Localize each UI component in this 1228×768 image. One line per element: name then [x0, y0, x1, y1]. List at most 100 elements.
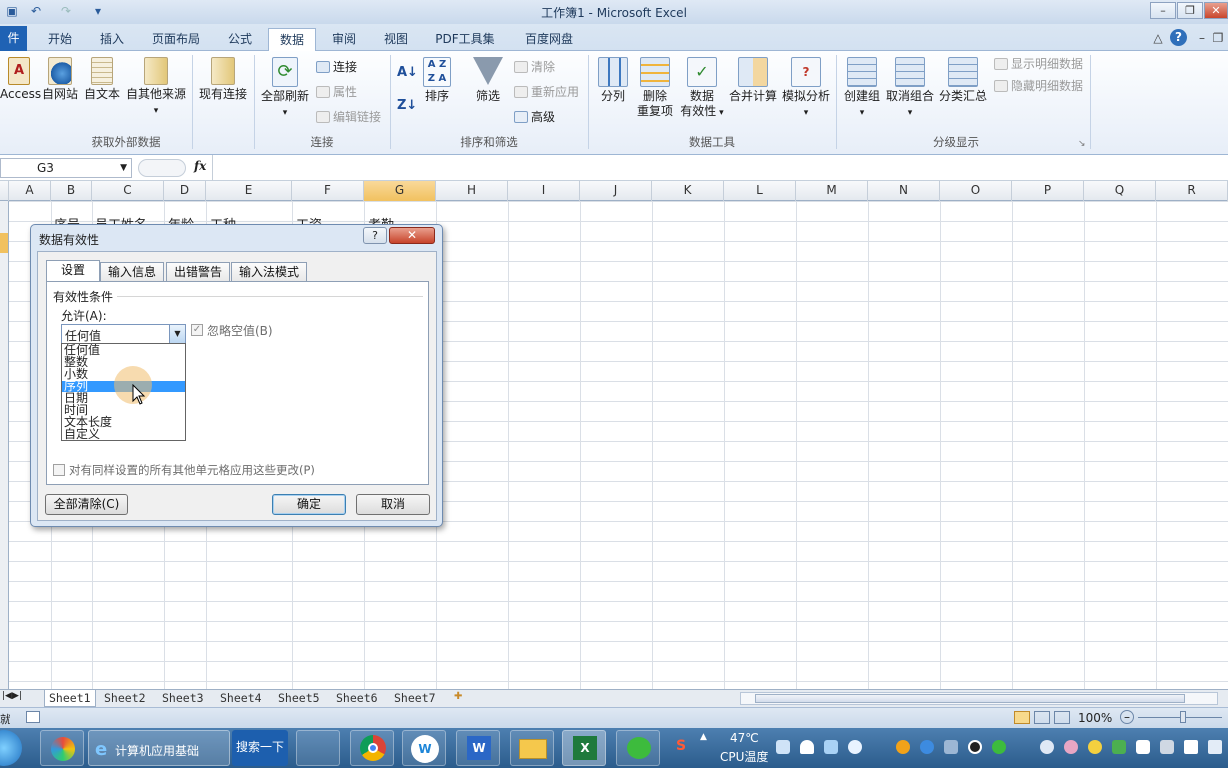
tab-formulas[interactable]: 公式: [218, 28, 262, 51]
column-header-d[interactable]: D: [164, 181, 206, 201]
volume-icon[interactable]: [1208, 740, 1222, 754]
show-detail-button[interactable]: 显示明细数据: [994, 56, 1083, 72]
chevron-down-icon[interactable]: ▼: [169, 325, 185, 343]
excel-icon[interactable]: X: [562, 730, 606, 766]
tray-icon[interactable]: [1136, 740, 1150, 754]
sogou-input-icon[interactable]: S: [676, 738, 686, 754]
tab-input-message[interactable]: 输入信息: [100, 262, 164, 281]
insert-function-icon[interactable]: fx: [194, 159, 206, 173]
network-tray-icon[interactable]: [776, 740, 790, 754]
from-web-button[interactable]: 自网站: [40, 57, 80, 102]
existing-connections-button[interactable]: 现有连接: [196, 57, 250, 102]
start-button-icon[interactable]: [0, 730, 22, 766]
sheet-tab-6[interactable]: Sheet6: [336, 690, 378, 707]
dialog-close-button[interactable]: ✕: [389, 227, 435, 244]
minimize-button[interactable]: –: [1150, 2, 1176, 19]
ignore-blank-checkbox[interactable]: ✓: [191, 324, 203, 336]
tray-icon[interactable]: [896, 740, 910, 754]
from-other-sources-button[interactable]: 自其他来源 ▾: [124, 57, 188, 119]
tray-icon[interactable]: [944, 740, 958, 754]
zoom-level[interactable]: 100%: [1078, 711, 1112, 725]
ok-button[interactable]: 确定: [272, 494, 346, 515]
allow-option-decimal[interactable]: 小数: [64, 368, 88, 380]
clear-all-button[interactable]: 全部清除(C): [45, 494, 128, 515]
page-layout-view-icon[interactable]: [1034, 711, 1050, 724]
wechat-icon[interactable]: [616, 730, 660, 766]
hide-detail-button[interactable]: 隐藏明细数据: [994, 78, 1083, 94]
sheet-nav-last-icon[interactable]: ▶|: [12, 691, 22, 701]
tab-ime-mode[interactable]: 输入法模式: [231, 262, 307, 281]
wps-icon[interactable]: W: [402, 730, 446, 766]
tray-icon[interactable]: [1064, 740, 1078, 754]
sheet-tab-2[interactable]: Sheet2: [104, 690, 146, 707]
column-header-h[interactable]: H: [436, 181, 508, 201]
tray-expand-icon[interactable]: ▲: [700, 732, 707, 742]
tab-data[interactable]: 数据: [268, 28, 316, 52]
cancel-button[interactable]: 取消: [356, 494, 430, 515]
tray-icon[interactable]: [920, 740, 934, 754]
name-box-dropdown-icon[interactable]: ▼: [120, 159, 127, 177]
tray-icon[interactable]: [1160, 740, 1174, 754]
reapply-button[interactable]: 重新应用: [514, 84, 579, 100]
subtotal-button[interactable]: 分类汇总: [938, 57, 988, 104]
taskbar-search[interactable]: 搜索一下: [232, 730, 288, 766]
column-header-l[interactable]: L: [724, 181, 796, 201]
column-header-k[interactable]: K: [652, 181, 724, 201]
tray-icon[interactable]: [1088, 740, 1102, 754]
zoom-slider-thumb[interactable]: [1180, 711, 1186, 723]
refresh-all-button[interactable]: ⟳ 全部刷新 ▾: [258, 57, 312, 121]
filter-button[interactable]: 筛选: [470, 57, 506, 104]
column-header-j[interactable]: J: [580, 181, 652, 201]
sheet-tab-7[interactable]: Sheet7: [394, 690, 436, 707]
column-header-e[interactable]: E: [206, 181, 292, 201]
properties-button[interactable]: 属性: [316, 84, 357, 100]
allow-option-custom[interactable]: 自定义: [64, 428, 100, 440]
tray-icon[interactable]: [848, 740, 862, 754]
tray-icon[interactable]: [824, 740, 838, 754]
help-icon[interactable]: ?: [1170, 29, 1187, 46]
file-explorer-icon[interactable]: [510, 730, 554, 766]
taskbar-app-icon[interactable]: [40, 730, 84, 766]
close-button[interactable]: ✕: [1204, 2, 1228, 19]
security-shield-icon[interactable]: [1112, 740, 1126, 754]
sheet-tab-5[interactable]: Sheet5: [278, 690, 320, 707]
column-header-i[interactable]: I: [508, 181, 580, 201]
network-signal-icon[interactable]: [1184, 740, 1198, 754]
wps-writer-icon[interactable]: W: [456, 730, 500, 766]
workbook-minimize-icon[interactable]: –: [1194, 30, 1210, 46]
sort-descending-icon[interactable]: Z↓: [397, 98, 417, 114]
column-header-g[interactable]: G: [364, 181, 436, 201]
group-button[interactable]: 创建组 ▾: [840, 57, 884, 121]
restore-button[interactable]: ❐: [1177, 2, 1203, 19]
chrome-icon[interactable]: [350, 730, 394, 766]
sort-button[interactable]: A ZZ A 排序: [420, 57, 454, 104]
tab-baidu-netdisk[interactable]: 百度网盘: [512, 28, 586, 51]
tab-settings[interactable]: 设置: [46, 260, 100, 282]
select-all-corner[interactable]: [0, 181, 9, 201]
remove-duplicates-button[interactable]: 删除 重复项: [634, 57, 676, 119]
data-validation-button[interactable]: ✓ 数据 有效性 ▾: [678, 57, 726, 121]
tray-icon[interactable]: [992, 740, 1006, 754]
column-header-p[interactable]: P: [1012, 181, 1084, 201]
tab-pdf-tools[interactable]: PDF工具集: [428, 28, 502, 51]
column-header-o[interactable]: O: [940, 181, 1012, 201]
insert-sheet-icon[interactable]: ✚: [454, 691, 462, 702]
tab-error-alert[interactable]: 出错警告: [166, 262, 230, 281]
macro-record-icon[interactable]: [26, 711, 40, 723]
tab-insert[interactable]: 插入: [90, 28, 134, 51]
column-header-a[interactable]: A: [9, 181, 51, 201]
what-if-analysis-button[interactable]: ? 模拟分析 ▾: [780, 57, 832, 121]
notification-bell-icon[interactable]: [800, 740, 814, 754]
sheet-nav-first-icon[interactable]: |◀: [2, 691, 12, 701]
clear-button[interactable]: 清除: [514, 59, 555, 75]
ungroup-button[interactable]: 取消组合 ▾: [884, 57, 936, 121]
column-header-f[interactable]: F: [292, 181, 364, 201]
tab-review[interactable]: 审阅: [322, 28, 366, 51]
apply-to-all-checkbox[interactable]: [53, 464, 65, 476]
zoom-out-icon[interactable]: –: [1120, 710, 1134, 724]
text-to-columns-button[interactable]: 分列: [596, 57, 630, 104]
sheet-tab-4[interactable]: Sheet4: [220, 690, 262, 707]
horizontal-scroll-thumb[interactable]: [755, 694, 1185, 703]
column-header-q[interactable]: Q: [1084, 181, 1156, 201]
page-break-view-icon[interactable]: [1054, 711, 1070, 724]
